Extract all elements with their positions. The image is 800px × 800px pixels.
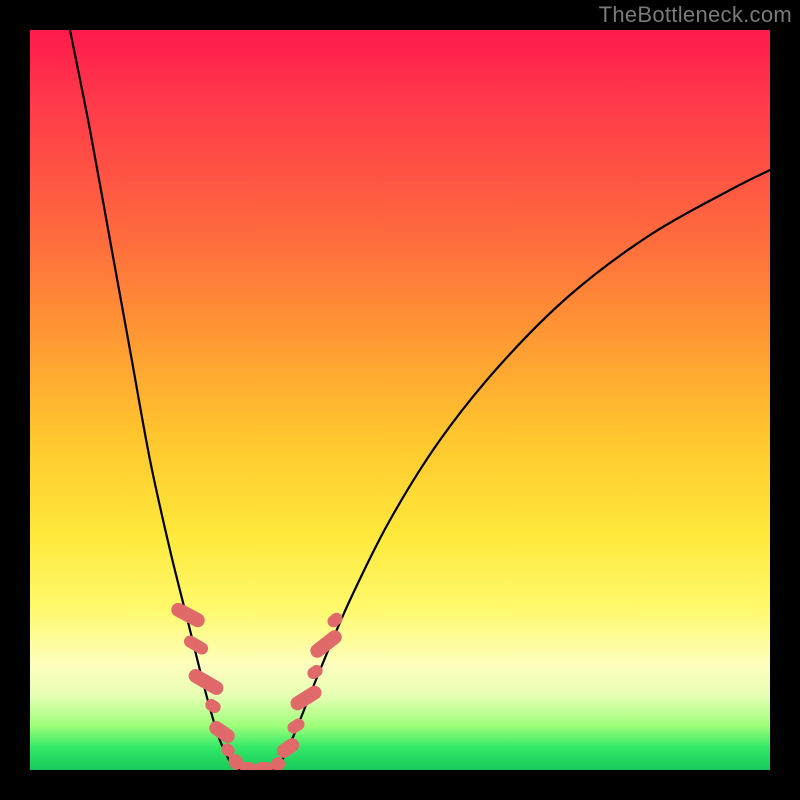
marker <box>255 762 273 770</box>
watermark-text: TheBottleneck.com <box>599 2 792 28</box>
highlight-markers <box>169 600 345 770</box>
bottleneck-curve <box>70 30 770 770</box>
marker <box>274 735 302 760</box>
marker <box>288 683 324 713</box>
marker <box>285 716 307 736</box>
plot-area <box>30 30 770 770</box>
marker <box>325 610 345 629</box>
curve-svg <box>30 30 770 770</box>
marker <box>240 762 256 770</box>
marker <box>207 718 238 746</box>
chart-frame: TheBottleneck.com <box>0 0 800 800</box>
marker <box>203 697 223 716</box>
